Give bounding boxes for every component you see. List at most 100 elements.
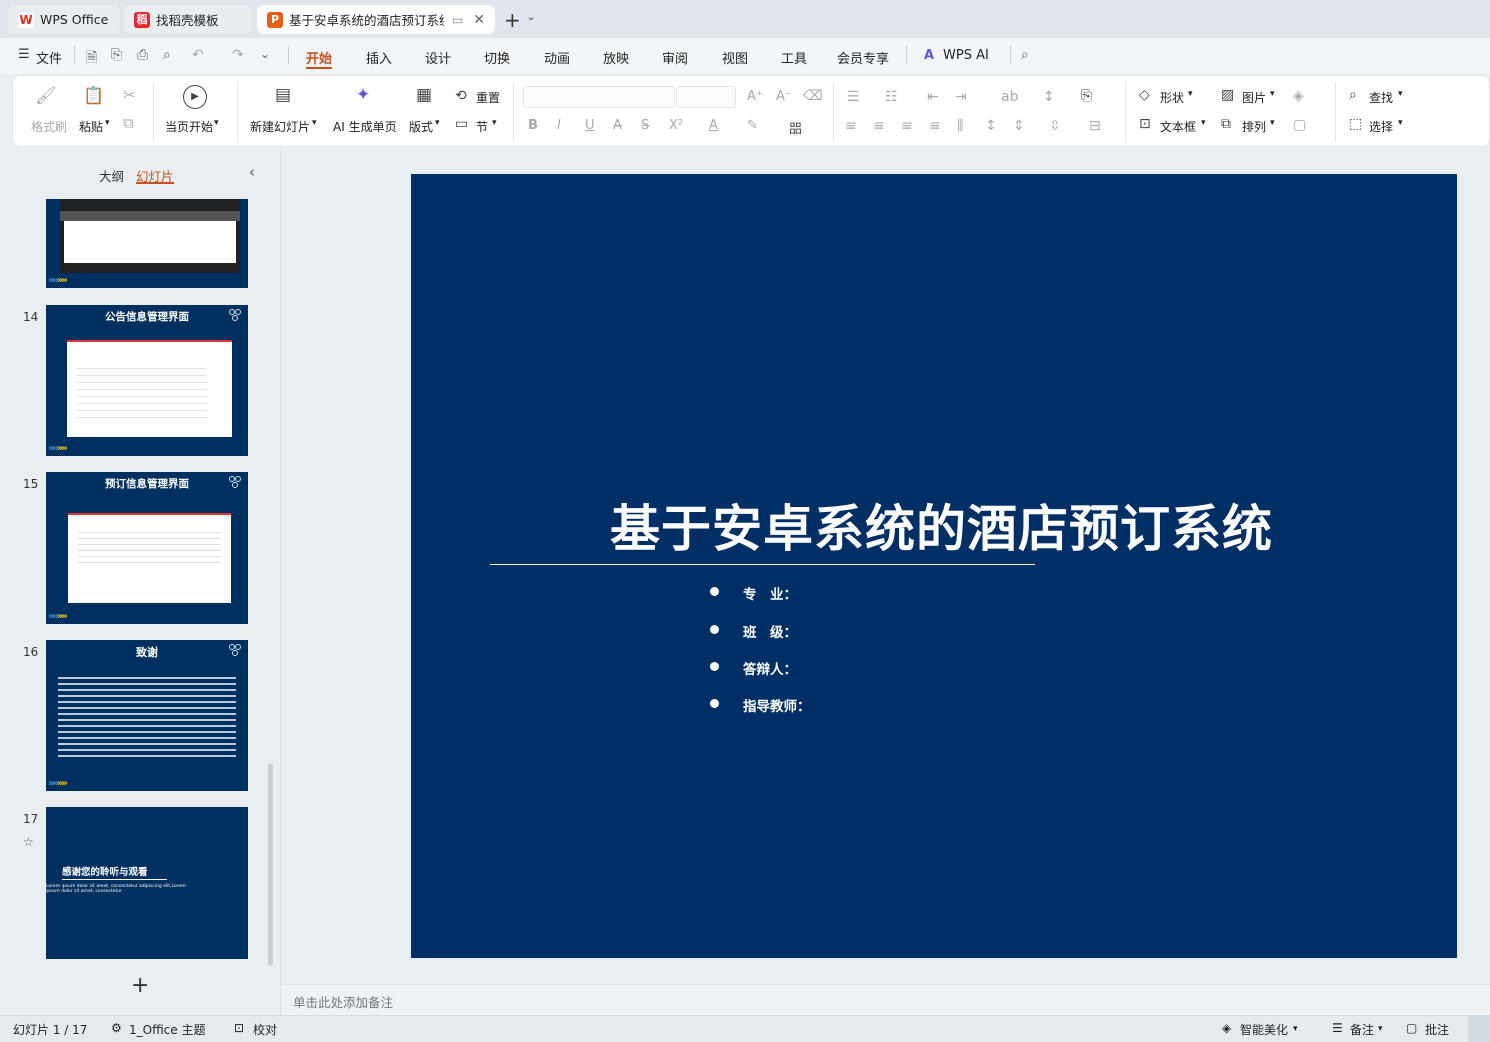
select-button[interactable]: 选择 [1369,118,1393,135]
chevron-down-icon[interactable]: ⌄ [527,12,535,23]
decrease-indent-icon[interactable]: ⇤ [927,89,939,105]
search-icon[interactable]: ⌕ [1021,47,1029,63]
align-center-icon[interactable]: ≡ [873,118,885,134]
chevron-down-icon[interactable]: ▾ [105,118,110,128]
bullets-icon[interactable]: ☰ [847,89,860,105]
menu-review[interactable]: 审阅 [662,48,688,67]
bullet-class[interactable]: 班 级： [710,621,797,641]
menu-wps-ai[interactable]: WPS AI [943,48,989,63]
redo-icon[interactable]: ↷ [232,47,244,63]
print-icon[interactable]: ⎙ [137,47,148,63]
reset-button[interactable]: 重置 [476,89,500,106]
font-family-select[interactable] [523,86,675,108]
chevron-down-icon[interactable]: ▾ [1398,89,1403,99]
line-sort-icon[interactable]: ↕ [1043,89,1055,105]
cut-icon[interactable]: ✂ [123,86,136,104]
smart-beautify-button[interactable]: 智能美化 [1240,1021,1288,1038]
clear-format-icon[interactable]: ⌫ [803,88,823,104]
picture-button[interactable]: 图片 [1242,89,1266,106]
increase-font-icon[interactable]: A⁺ [747,89,763,104]
chevron-down-icon[interactable]: ▾ [1270,118,1275,128]
chevron-down-icon[interactable]: ▾ [1293,1024,1298,1034]
bullet-major[interactable]: 专 业： [710,583,797,603]
save-icon[interactable]: 🗎 [86,47,97,71]
hamburger-icon[interactable]: ☰ [18,47,30,62]
new-tab-icon[interactable]: + [504,8,521,32]
menu-view[interactable]: 视图 [722,48,748,67]
tab-outline[interactable]: 大纲 [99,166,124,185]
justify-icon[interactable]: ≡ [929,118,941,134]
panel-scrollbar[interactable] [268,764,273,966]
font-size-select[interactable] [676,86,736,108]
notes-pane[interactable]: 单击此处添加备注 [282,984,1490,1015]
underline-icon[interactable]: U [585,118,595,133]
align-left-icon[interactable]: ≡ [845,118,857,134]
collapse-panel-icon[interactable]: ‹ [249,163,255,181]
layout-button[interactable]: 版式 [409,118,433,135]
tab-template[interactable]: 稻 找稻壳模板 [124,5,251,34]
chevron-down-icon[interactable]: ▾ [214,118,219,128]
proofing-button[interactable]: 校对 [253,1021,277,1038]
bullet-defender[interactable]: 答辩人： [710,658,797,678]
start-from-current-button[interactable]: 当页开始 [165,118,213,135]
copy-icon[interactable]: ⧉ [123,114,134,132]
chevron-down-icon[interactable]: ▾ [1270,89,1275,99]
increase-indent-icon[interactable]: ⇥ [955,89,967,105]
view-normal-icon[interactable] [1468,1016,1490,1042]
menu-design[interactable]: 设计 [425,48,451,67]
shape-button[interactable]: 形状 [1160,89,1184,106]
more-chevron-icon[interactable]: ⌄ [260,47,270,61]
menu-slideshow[interactable]: 放映 [603,48,629,67]
align-right-icon[interactable]: ≡ [901,118,913,134]
current-slide[interactable]: 基于安卓系统的酒店预订系统 专 业： 班 级： 答辩人： 指导教师： [411,174,1457,958]
tab-current-document[interactable]: P 基于安卓系统的酒店预订系统 ▭ ✕ [257,5,495,34]
paragraph-spacing-icon[interactable]: ⇕ [1013,118,1025,134]
menu-home[interactable]: 开始 [306,48,332,67]
menu-member[interactable]: 会员专享 [837,48,889,67]
theme-name[interactable]: 1_Office 主题 [129,1021,205,1038]
bold-icon[interactable]: B [528,118,538,133]
decrease-font-icon[interactable]: A⁻ [776,89,792,104]
chevron-down-icon[interactable]: ▾ [435,118,440,128]
fill-icon[interactable]: ◈ [1293,88,1304,104]
textbox-button[interactable]: 文本框 [1160,118,1196,135]
menu-animation[interactable]: 动画 [544,48,570,67]
close-icon[interactable]: ✕ [473,12,485,28]
menu-tools[interactable]: 工具 [781,48,807,67]
font-color-icon[interactable]: A [709,118,718,133]
add-slide-icon[interactable]: + [131,973,149,998]
slide-thumb-13[interactable]: »»»» [46,199,248,288]
find-button[interactable]: 查找 [1369,89,1393,106]
shadow-icon[interactable]: S [641,118,649,133]
slide-thumb-16[interactable]: 致谢 »»»» [46,640,248,791]
tab-wps-office[interactable]: W WPS Office [8,5,120,34]
superscript-icon[interactable]: X² [669,118,683,133]
bullet-advisor[interactable]: 指导教师： [710,695,811,715]
new-slide-button[interactable]: 新建幻灯片 [250,118,310,135]
slide-thumb-15[interactable]: 预订信息管理界面 »»»» [46,472,248,624]
chevron-down-icon[interactable]: ▾ [312,118,317,128]
highlight-icon[interactable]: ✎ [747,118,758,133]
text-direction-icon[interactable]: ab [1001,89,1018,105]
chevron-down-icon[interactable]: ▾ [1188,89,1193,99]
paste-button[interactable]: 粘贴 [79,118,103,135]
convert-icon[interactable]: ⎘ [1081,88,1092,104]
char-spacing-icon[interactable]: 㗊 [789,118,802,137]
chevron-down-icon[interactable]: ▾ [492,118,497,128]
numbering-icon[interactable]: ☷ [885,89,898,105]
menu-insert[interactable]: 插入 [366,48,392,67]
chevron-down-icon[interactable]: ▾ [1398,118,1403,128]
text-align-box-icon[interactable]: ⊟ [1089,118,1101,134]
export-icon[interactable]: ⎘ [111,47,122,63]
slide-thumb-14[interactable]: 公告信息管理界面 »»»» [46,305,248,456]
print-preview-icon[interactable]: ⌕ [163,47,171,63]
slide-thumb-17[interactable]: 感谢您的聆听与观看 Lorem ipsum dolor sit amet, co… [46,807,248,959]
italic-icon[interactable]: I [557,118,561,133]
spacing-icon[interactable]: ⇳ [1049,118,1061,134]
chevron-down-icon[interactable]: ▾ [1201,118,1206,128]
star-icon[interactable]: ☆ [23,835,34,849]
notes-button[interactable]: 备注 [1350,1021,1374,1038]
format-painter-button[interactable]: 格式刷 [31,118,67,135]
comments-button[interactable]: 批注 [1425,1021,1449,1038]
line-spacing-icon[interactable]: ↕ [985,118,997,134]
